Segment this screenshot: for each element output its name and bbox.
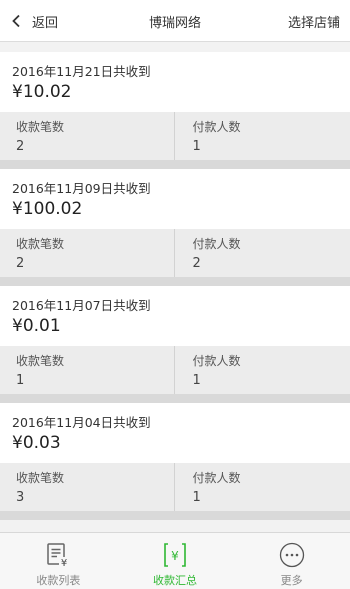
- payment-count-value: 2: [16, 139, 25, 154]
- separator: [0, 394, 350, 403]
- payment-count-value: 2: [16, 256, 25, 271]
- payment-count-label: 收款笔数: [16, 471, 65, 485]
- payer-count-label: 付款人数: [192, 354, 241, 368]
- bottom-tab-bar: ¥ 收款列表 ¥ 收款汇总 更多: [0, 532, 350, 589]
- stats-row: 收款笔数 3 付款人数 1: [0, 463, 350, 511]
- payment-count-cell: 收款笔数 2: [0, 229, 175, 277]
- payment-count-label: 收款笔数: [16, 354, 65, 368]
- tab-label: 收款列表: [36, 574, 81, 587]
- date-line: 2016年11月09日共收到: [12, 181, 151, 196]
- stats-row: 收款笔数 2 付款人数 2: [0, 229, 350, 277]
- summary-card: 2016年11月21日共收到 ¥10.02 收款笔数 2 付款人数 1: [0, 52, 350, 160]
- summary-card: 2016年11月09日共收到 ¥100.02 收款笔数 2 付款人数 2: [0, 169, 350, 277]
- date-line: 2016年11月21日共收到: [12, 64, 151, 79]
- summary-card: 2016年11月04日共收到 ¥0.03 收款笔数 3 付款人数 1: [0, 403, 350, 511]
- payer-count-value: 1: [192, 139, 201, 154]
- payment-count-cell: 收款笔数 2: [0, 112, 175, 160]
- payer-count-value: 1: [192, 490, 201, 505]
- amount: ¥100.02: [12, 199, 83, 219]
- stats-row: 收款笔数 2 付款人数 1: [0, 112, 350, 160]
- separator: [0, 511, 350, 520]
- summary-list: 2016年11月21日共收到 ¥10.02 收款笔数 2 付款人数 1 2016…: [0, 52, 350, 520]
- amount: ¥10.02: [12, 82, 72, 102]
- tab-label: 更多: [280, 574, 303, 587]
- payment-count-cell: 收款笔数 1: [0, 346, 175, 394]
- payer-count-label: 付款人数: [192, 120, 241, 134]
- tab-label: 收款汇总: [153, 574, 197, 587]
- choose-store-button[interactable]: 选择店铺: [288, 0, 340, 42]
- payer-count-cell: 付款人数 1: [175, 112, 350, 160]
- payer-count-cell: 付款人数 2: [175, 229, 350, 277]
- payment-count-label: 收款笔数: [16, 237, 65, 251]
- payer-count-value: 2: [192, 256, 201, 271]
- amount: ¥0.01: [12, 316, 61, 336]
- payer-count-label: 付款人数: [192, 237, 241, 251]
- payment-count-value: 1: [16, 373, 25, 388]
- summary-card: 2016年11月07日共收到 ¥0.01 收款笔数 1 付款人数 1: [0, 286, 350, 394]
- payment-count-value: 3: [16, 490, 25, 505]
- payer-count-cell: 付款人数 1: [175, 346, 350, 394]
- payment-count-label: 收款笔数: [16, 120, 65, 134]
- header-bar: 返回 博瑞网络 选择店铺: [0, 0, 350, 42]
- stats-row: 收款笔数 1 付款人数 1: [0, 346, 350, 394]
- date-line: 2016年11月04日共收到: [12, 415, 151, 430]
- summary-yuan-icon: ¥: [164, 543, 186, 567]
- tab-payment-list[interactable]: ¥ 收款列表: [0, 533, 117, 589]
- tab-payment-summary[interactable]: ¥ 收款汇总: [117, 533, 234, 589]
- receipt-list-icon: ¥: [47, 543, 70, 568]
- date-line: 2016年11月07日共收到: [12, 298, 151, 313]
- more-dots-icon: [279, 542, 304, 568]
- separator: [0, 277, 350, 286]
- payment-count-cell: 收款笔数 3: [0, 463, 175, 511]
- payer-count-cell: 付款人数 1: [175, 463, 350, 511]
- payer-count-value: 1: [192, 373, 201, 388]
- svg-text:¥: ¥: [171, 549, 179, 563]
- amount: ¥0.03: [12, 433, 61, 453]
- svg-text:¥: ¥: [61, 558, 67, 568]
- payer-count-label: 付款人数: [192, 471, 241, 485]
- separator: [0, 160, 350, 169]
- tab-more[interactable]: 更多: [233, 533, 350, 589]
